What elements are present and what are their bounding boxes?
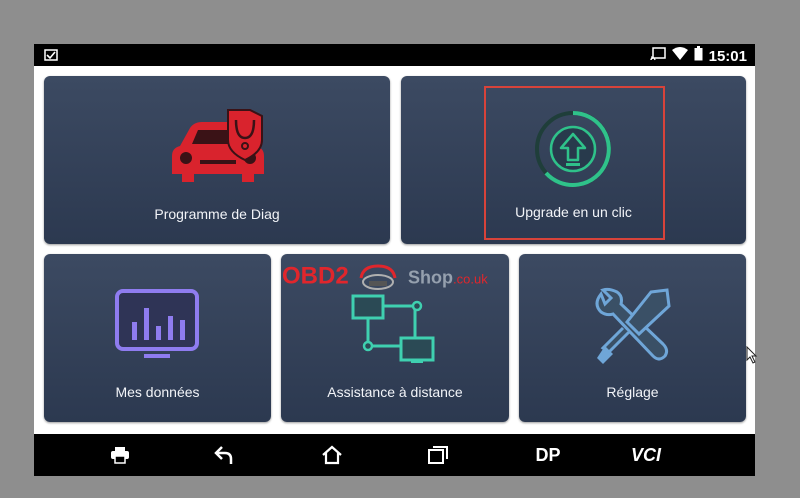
watermark-brand: OBD2 (282, 262, 349, 290)
diag-program-tile[interactable]: Programme de Diag (44, 76, 390, 244)
notification-icon (44, 48, 58, 66)
tablet-screen: 15:01 Programme de Diag Upgrade en un cl… (34, 44, 755, 476)
car-logo-icon (359, 264, 397, 290)
wifi-icon (671, 47, 688, 65)
recent-apps-icon (428, 446, 448, 464)
back-icon (214, 446, 233, 464)
tools-icon (595, 287, 671, 364)
mouse-cursor-icon (746, 346, 758, 364)
selection-highlight (484, 86, 665, 240)
home-icon (322, 445, 342, 465)
status-time: 15:01 (708, 47, 747, 65)
settings-tile[interactable]: Réglage (519, 254, 746, 422)
watermark-domain: .co.uk (453, 271, 488, 287)
dp-label: DP (535, 444, 561, 465)
vci-label: VCI (630, 444, 661, 465)
data-chart-icon (115, 289, 199, 358)
settings-label: Réglage (606, 384, 659, 400)
diag-program-label: Programme de Diag (154, 206, 280, 222)
watermark-shop: Shop (408, 267, 454, 288)
dp-button[interactable]: DP (528, 434, 568, 476)
back-button[interactable] (204, 434, 244, 476)
print-icon (111, 447, 129, 464)
vci-button[interactable]: VCI (624, 434, 668, 476)
watermark: OBD2 Shop.co.uk (282, 262, 488, 292)
navigation-bar: DP VCI (34, 434, 755, 476)
recent-apps-button[interactable] (418, 434, 458, 476)
battery-icon (694, 46, 703, 66)
car-diagnostic-icon (172, 109, 264, 182)
remote-network-icon (351, 294, 435, 363)
status-bar: 15:01 (34, 44, 755, 66)
remote-assistance-label: Assistance à distance (327, 384, 463, 400)
my-data-label: Mes données (115, 384, 200, 400)
main-content: Programme de Diag Upgrade en un clic Mes… (34, 66, 755, 434)
home-button[interactable] (312, 434, 352, 476)
cast-icon (649, 46, 666, 66)
print-button[interactable] (100, 434, 140, 476)
my-data-tile[interactable]: Mes données (44, 254, 271, 422)
